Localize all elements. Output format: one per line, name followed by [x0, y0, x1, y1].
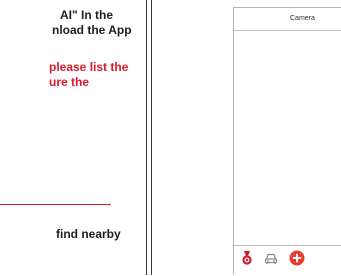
instruction-line-5: find nearby [56, 227, 121, 241]
add-circle-icon[interactable] [289, 250, 305, 266]
phone-header: Camera [234, 8, 341, 31]
phone-tabbar [234, 245, 341, 276]
instructions-panel: AI" In the nload the App please list the… [0, 0, 145, 275]
car-icon[interactable] [263, 250, 279, 266]
red-divider [0, 204, 111, 205]
medal-icon[interactable] [239, 250, 255, 266]
page: { "instructions": { "line1": "AI\" In th… [0, 0, 341, 275]
instruction-red-line-2: ure the [49, 75, 90, 89]
phone-mockup: Camera [233, 7, 341, 275]
instruction-line-1: AI" In the [60, 8, 114, 22]
instruction-line-2: nload the App [52, 23, 132, 37]
instruction-red-line-1: please list the [49, 60, 129, 74]
vertical-divider-left [146, 0, 147, 275]
phone-header-title: Camera [290, 15, 315, 22]
vertical-divider-right [151, 0, 152, 275]
